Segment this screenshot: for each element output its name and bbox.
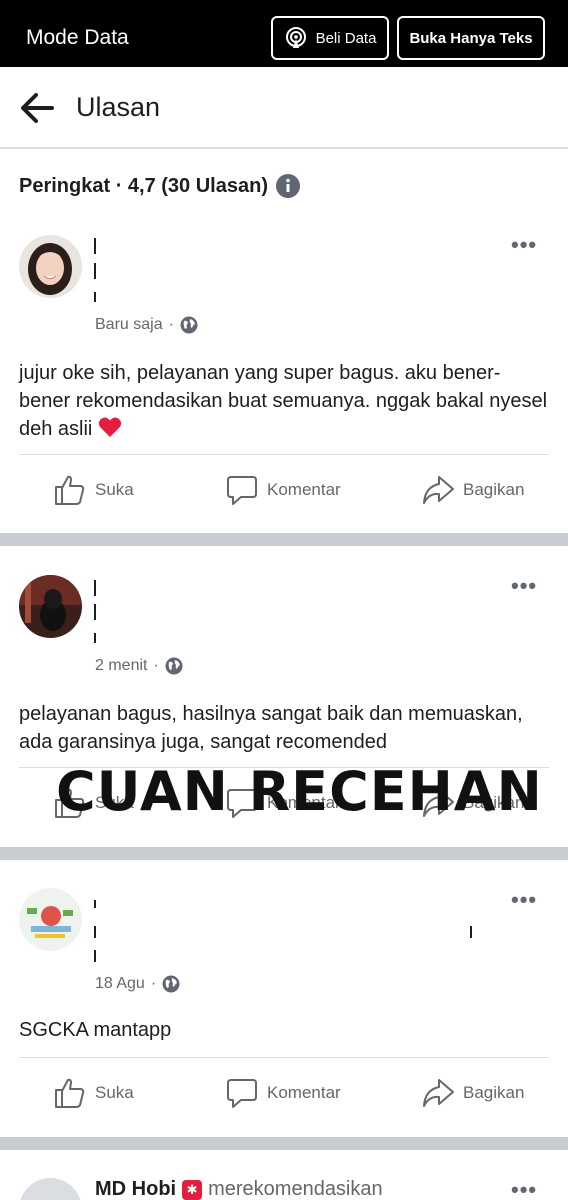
post-meta: Baru saja · (95, 316, 198, 334)
globe-icon (162, 975, 180, 993)
like-button[interactable]: Suka (53, 1076, 134, 1110)
thumbs-up-icon (55, 1078, 85, 1108)
globe-icon (180, 316, 198, 334)
rating-summary: Peringkat · 4,7 (30 Ulasan) (19, 174, 300, 198)
more-options-icon[interactable]: ••• (511, 1177, 537, 1200)
watermark: CUAN RECEHAN (56, 760, 543, 823)
comment-icon (227, 476, 257, 505)
post-separator (0, 533, 568, 546)
redacted-name (94, 604, 96, 620)
more-options-icon[interactable]: ••• (511, 232, 537, 258)
recommend-badge-icon: ✱ (182, 1179, 203, 1200)
post-time: Baru saja (95, 316, 163, 333)
like-label: Suka (95, 1083, 134, 1102)
post-separator (0, 1137, 568, 1150)
avatar[interactable] (19, 575, 82, 638)
redacted-name (94, 580, 96, 596)
back-arrow-icon[interactable] (18, 89, 56, 127)
info-icon[interactable] (275, 174, 300, 198)
post-time: 18 Agu (95, 975, 145, 992)
page-header: Ulasan (0, 67, 568, 149)
comment-button[interactable]: Komentar (225, 473, 341, 507)
share-icon (423, 1079, 454, 1107)
redacted-name (470, 926, 472, 938)
post-time: 2 menit (95, 657, 148, 674)
redacted-name (94, 633, 96, 643)
page-title: Ulasan (76, 92, 161, 122)
buy-data-label: Beli Data (315, 29, 377, 47)
more-options-icon[interactable]: ••• (511, 887, 537, 913)
avatar[interactable] (19, 235, 82, 298)
redacted-name (94, 238, 96, 254)
thumbs-up-icon (55, 475, 85, 505)
share-label: Bagikan (463, 1083, 525, 1102)
divider (19, 454, 549, 455)
buy-data-button[interactable]: Beli Data (271, 16, 389, 60)
redacted-name (94, 926, 96, 938)
author-name[interactable]: MD Hobi (95, 1178, 176, 1200)
more-options-icon[interactable]: ••• (511, 573, 537, 599)
rating-text: Peringkat · 4,7 (30 Ulasan) (19, 174, 268, 197)
comment-button[interactable]: Komentar (225, 1076, 341, 1110)
redacted-name (94, 263, 96, 279)
like-button[interactable]: Suka (53, 473, 134, 507)
text-only-button[interactable]: Buka Hanya Teks (397, 16, 545, 60)
avatar[interactable] (19, 1178, 82, 1200)
share-label: Bagikan (463, 480, 525, 499)
share-button[interactable]: Bagikan (421, 1076, 524, 1110)
post-meta: 2 menit · (95, 657, 183, 675)
post-meta: 18 Agu · (95, 975, 180, 993)
post-separator (0, 847, 568, 860)
share-icon (423, 476, 454, 504)
redacted-name (94, 292, 96, 302)
recommends-label: merekomendasikan (208, 1178, 383, 1200)
text-only-label: Buka Hanya Teks (409, 29, 533, 47)
review-text: jujur oke sih, pelayanan yang super bagu… (19, 359, 549, 443)
comment-label: Komentar (267, 480, 341, 499)
review-author-row: MD Hobi ✱ merekomendasikan (95, 1178, 383, 1200)
review-text: pelayanan bagus, hasilnya sangat baik da… (19, 703, 523, 753)
comment-label: Komentar (267, 1083, 341, 1102)
data-mode-label: Mode Data (26, 26, 129, 49)
redacted-name (94, 950, 96, 962)
redacted-name (94, 900, 96, 908)
broadcast-icon (285, 27, 306, 48)
heart-icon (98, 417, 122, 437)
comment-icon (227, 1079, 257, 1108)
data-mode-bar: Mode Data Beli Data Buka Hanya Teks (0, 0, 568, 67)
divider (19, 1057, 549, 1058)
review-text: SGCKA mantapp (19, 1019, 172, 1041)
globe-icon (165, 657, 183, 675)
share-button[interactable]: Bagikan (421, 473, 524, 507)
like-label: Suka (95, 480, 134, 499)
avatar[interactable] (19, 888, 82, 951)
